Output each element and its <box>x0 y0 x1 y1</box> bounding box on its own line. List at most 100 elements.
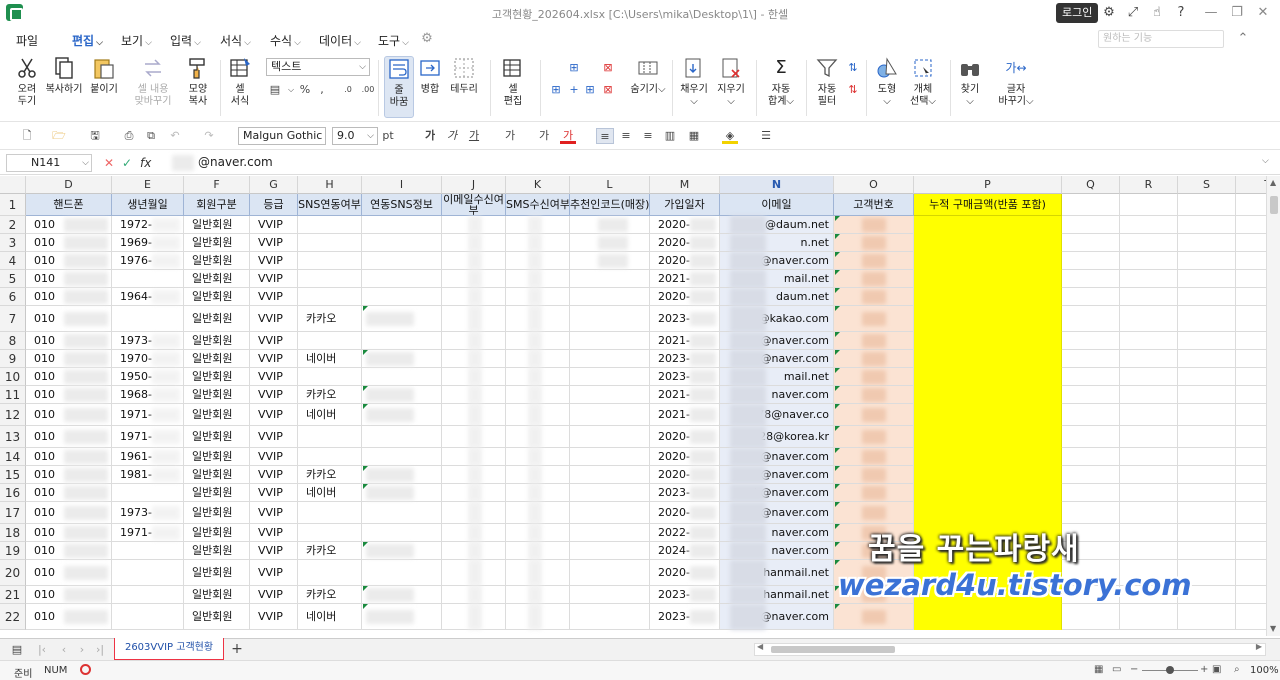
percent-icon[interactable]: % <box>298 82 312 98</box>
cell-g[interactable]: VVIP <box>250 216 298 234</box>
bold-icon[interactable]: 가 <box>422 128 438 144</box>
row-header[interactable]: 14 <box>0 448 26 466</box>
scroll-left-icon[interactable]: ◀ <box>757 642 763 651</box>
cell-p[interactable] <box>914 216 1062 234</box>
cell-s[interactable] <box>1178 288 1236 306</box>
row-header[interactable]: 10 <box>0 368 26 386</box>
cell-g[interactable]: VVIP <box>250 368 298 386</box>
cell-p[interactable] <box>914 604 1062 630</box>
decrease-decimal-icon[interactable]: .00 <box>360 82 376 98</box>
name-box[interactable]: N141 ⌵ <box>6 154 92 172</box>
cell-f[interactable]: 일반회원 <box>184 386 250 404</box>
login-button[interactable]: 로그인 <box>1056 3 1099 23</box>
row-header[interactable]: 16 <box>0 484 26 502</box>
sheet-tab-active[interactable]: 2603VVIP 고객현황 <box>114 638 224 660</box>
column-header-m[interactable]: M <box>650 176 720 194</box>
cell-i[interactable] <box>362 524 442 542</box>
next-sheet-icon[interactable]: › <box>76 642 88 658</box>
cell-h[interactable] <box>298 368 362 386</box>
cell-s[interactable] <box>1178 252 1236 270</box>
prev-sheet-icon[interactable]: ‹ <box>58 642 70 658</box>
cell-r[interactable] <box>1120 386 1178 404</box>
cell-q[interactable] <box>1062 234 1120 252</box>
cell-e[interactable] <box>112 560 184 586</box>
normal-view-icon[interactable]: ▦ <box>1094 664 1103 675</box>
cell-s[interactable] <box>1178 270 1236 288</box>
first-sheet-icon[interactable]: |‹ <box>36 642 48 658</box>
cell-e[interactable] <box>112 306 184 332</box>
cell-p[interactable] <box>914 306 1062 332</box>
function-icon[interactable]: fx <box>140 156 151 170</box>
cell-s[interactable] <box>1178 448 1236 466</box>
cell-l[interactable] <box>570 306 650 332</box>
font-size-up-icon[interactable]: 가 <box>536 128 552 144</box>
cell-h[interactable]: 카카오 <box>298 386 362 404</box>
empty-cell[interactable] <box>1120 194 1178 216</box>
cell-r[interactable] <box>1120 216 1178 234</box>
cell-h[interactable]: 네이버 <box>298 404 362 426</box>
cell-l[interactable] <box>570 270 650 288</box>
strikethrough-icon[interactable]: 가 <box>502 128 518 144</box>
font-size-unit[interactable]: pt <box>380 128 396 144</box>
cell-h[interactable] <box>298 216 362 234</box>
cell-i[interactable] <box>362 216 442 234</box>
cell-l[interactable] <box>570 542 650 560</box>
align-left-icon[interactable]: ≡ <box>596 128 614 144</box>
new-document-icon[interactable]: 🗋 <box>18 128 36 144</box>
cell-r[interactable] <box>1120 404 1178 426</box>
autofilter-button[interactable]: 자동 필터 <box>812 56 842 108</box>
cell-t[interactable] <box>1236 306 1266 332</box>
cell-f[interactable]: 일반회원 <box>184 502 250 524</box>
insert-col-icon[interactable]: ⊞ <box>548 82 564 98</box>
zoom-level[interactable]: 100% <box>1250 665 1279 676</box>
row-header[interactable]: 3 <box>0 234 26 252</box>
cell-f[interactable]: 일반회원 <box>184 270 250 288</box>
expand-icon[interactable]: ⤢ <box>1124 4 1142 22</box>
border-button[interactable]: 테두리 <box>448 56 480 96</box>
empty-cell[interactable] <box>1236 194 1266 216</box>
cell-i[interactable] <box>362 502 442 524</box>
toolbar-settings-icon[interactable]: ⚙ <box>418 30 436 48</box>
header-cell[interactable]: 이메일수신여부 <box>442 194 506 216</box>
cell-p[interactable] <box>914 448 1062 466</box>
menu-format[interactable]: 서식 ⌵ <box>220 32 251 49</box>
cell-s[interactable] <box>1178 306 1236 332</box>
row-header[interactable]: 1 <box>0 194 26 216</box>
cell-f[interactable]: 일반회원 <box>184 448 250 466</box>
insert-cell-icon[interactable]: + <box>566 82 582 98</box>
row-header[interactable]: 4 <box>0 252 26 270</box>
cell-p[interactable] <box>914 404 1062 426</box>
cell-h[interactable] <box>298 524 362 542</box>
row-header[interactable]: 6 <box>0 288 26 306</box>
cell-s[interactable] <box>1178 484 1236 502</box>
feature-search-input[interactable]: 원하는 기능 <box>1098 30 1224 48</box>
cell-t[interactable] <box>1236 604 1266 630</box>
close-icon[interactable]: ✕ <box>1254 4 1272 22</box>
cell-g[interactable]: VVIP <box>250 252 298 270</box>
cell-f[interactable]: 일반회원 <box>184 560 250 586</box>
cell-f[interactable]: 일반회원 <box>184 604 250 630</box>
cell-q[interactable] <box>1062 426 1120 448</box>
cell-p[interactable] <box>914 502 1062 524</box>
row-header[interactable]: 22 <box>0 604 26 630</box>
cell-l[interactable] <box>570 604 650 630</box>
row-header[interactable]: 13 <box>0 426 26 448</box>
cell-i[interactable] <box>362 368 442 386</box>
header-cell[interactable]: SNS연동여부 <box>298 194 362 216</box>
cell-e[interactable] <box>112 586 184 604</box>
cell-g[interactable]: VVIP <box>250 306 298 332</box>
column-header-t[interactable]: T <box>1236 176 1266 194</box>
comma-icon[interactable]: , <box>316 82 328 98</box>
cell-t[interactable] <box>1236 252 1266 270</box>
cell-h[interactable] <box>298 426 362 448</box>
cell-e[interactable] <box>112 604 184 630</box>
cell-q[interactable] <box>1062 502 1120 524</box>
row-header[interactable]: 20 <box>0 560 26 586</box>
cell-h[interactable] <box>298 332 362 350</box>
cell-t[interactable] <box>1236 484 1266 502</box>
cell-t[interactable] <box>1236 288 1266 306</box>
last-sheet-icon[interactable]: ›| <box>94 642 106 658</box>
cell-h[interactable]: 카카오 <box>298 542 362 560</box>
column-header-i[interactable]: I <box>362 176 442 194</box>
header-cell[interactable]: 추천인코드(매장) <box>570 194 650 216</box>
